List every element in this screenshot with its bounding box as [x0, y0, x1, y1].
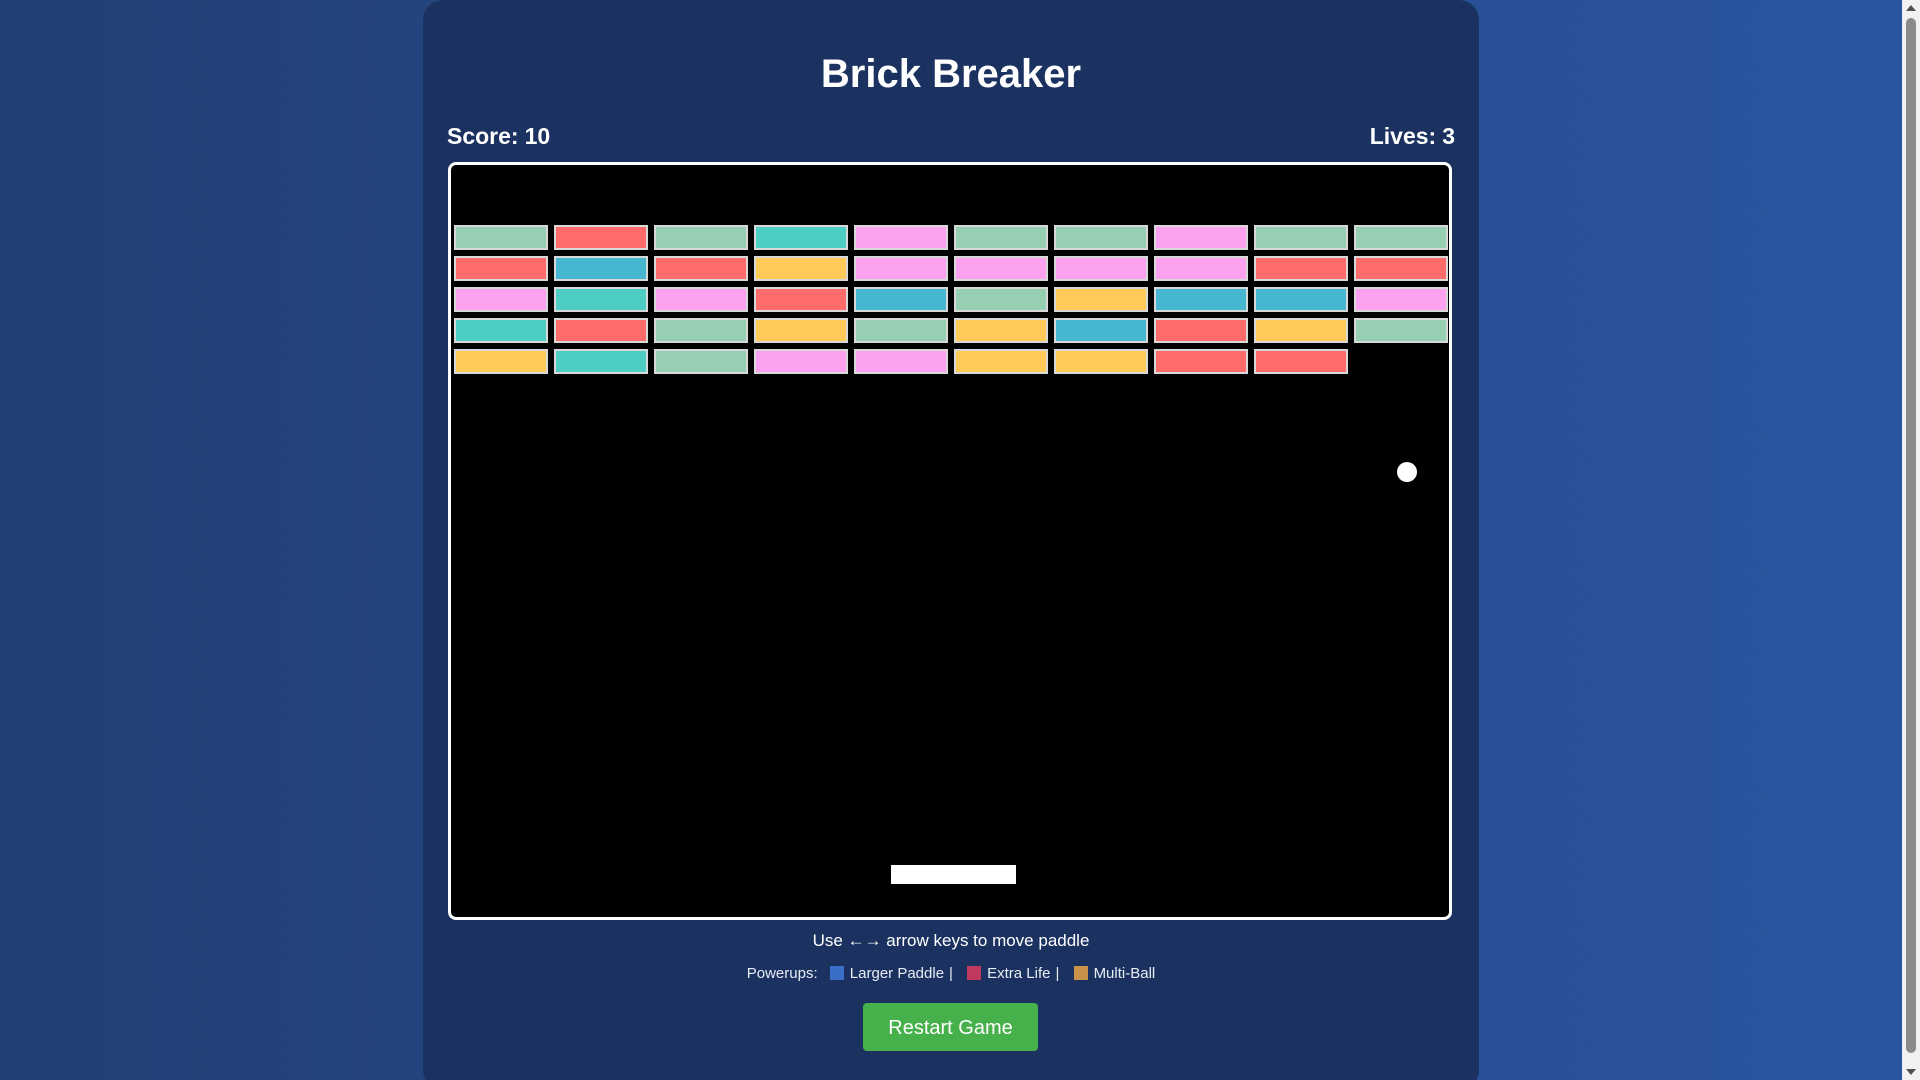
brick [754, 287, 848, 312]
separator: | [1055, 965, 1060, 982]
lives-value: 3 [1442, 123, 1455, 149]
brick [454, 287, 548, 312]
brick [954, 349, 1048, 374]
brick [654, 318, 748, 343]
brick [1254, 349, 1348, 374]
brick [954, 287, 1048, 312]
brick [1254, 318, 1348, 343]
brick [1054, 225, 1148, 250]
powerups-label: Powerups: [746, 965, 818, 982]
brick [454, 225, 548, 250]
powerup-multi-ball: Multi-Ball [1093, 965, 1156, 982]
brick [454, 256, 548, 281]
powerups-legend: Powerups: Larger Paddle | Extra Life | Mul… [423, 964, 1479, 984]
paddle[interactable] [891, 865, 1016, 884]
brick [554, 225, 648, 250]
score-label: Score: [447, 123, 519, 149]
brick [1254, 287, 1348, 312]
brick [754, 349, 848, 374]
brick [954, 256, 1048, 281]
scroll-thumb[interactable] [1906, 18, 1916, 1053]
page: Brick Breaker Score: 10 Lives: 3 Use ←→ ar… [0, 0, 1902, 1080]
brick [1254, 225, 1348, 250]
lives-display: Lives: 3 [1370, 122, 1455, 150]
brick [554, 349, 648, 374]
brick [1354, 287, 1448, 312]
brick [554, 287, 648, 312]
restart-game-button[interactable]: Restart Game [863, 1003, 1038, 1051]
brick [854, 256, 948, 281]
brick [654, 349, 748, 374]
scroll-up-arrow-icon[interactable] [1906, 5, 1916, 11]
brick [654, 287, 748, 312]
powerup-larger-paddle: Larger Paddle [849, 965, 945, 982]
multi-ball-swatch [1073, 966, 1088, 980]
controls-instructions: Use ←→ arrow keys to move paddle [812, 931, 1090, 950]
brick [1354, 225, 1448, 250]
brick [754, 225, 848, 250]
brick [1154, 256, 1248, 281]
ball [1397, 462, 1417, 482]
brick [1154, 318, 1248, 343]
brick [1154, 225, 1248, 250]
brick [1054, 256, 1148, 281]
game-container: Brick Breaker Score: 10 Lives: 3 Use ←→ ar… [423, 0, 1479, 1080]
brick [954, 225, 1048, 250]
brick [654, 256, 748, 281]
brick [854, 349, 948, 374]
brick [1254, 256, 1348, 281]
brick [1154, 287, 1248, 312]
brick [754, 256, 848, 281]
brick [454, 349, 548, 374]
brick [754, 318, 848, 343]
score-display: Score: 10 [447, 122, 550, 150]
brick [1054, 349, 1148, 374]
scroll-down-arrow-icon[interactable] [1906, 1069, 1916, 1075]
vertical-scrollbar[interactable] [1902, 0, 1920, 1080]
game-title: Brick Breaker [820, 52, 1082, 96]
lives-label: Lives: [1369, 123, 1437, 149]
brick [654, 225, 748, 250]
brick [554, 256, 648, 281]
brick [1054, 287, 1148, 312]
brick [854, 287, 948, 312]
brick [954, 318, 1048, 343]
brick [854, 225, 948, 250]
brick [454, 318, 548, 343]
brick [1154, 349, 1248, 374]
powerup-extra-life: Extra Life [987, 965, 1051, 982]
brick [1354, 256, 1448, 281]
game-canvas[interactable] [448, 162, 1452, 920]
score-value: 10 [524, 123, 551, 149]
brick [1054, 318, 1148, 343]
brick [1354, 318, 1448, 343]
extra-life-swatch [967, 966, 982, 980]
brick [854, 318, 948, 343]
brick [554, 318, 648, 343]
separator: | [949, 965, 953, 982]
larger-paddle-swatch [829, 966, 844, 980]
